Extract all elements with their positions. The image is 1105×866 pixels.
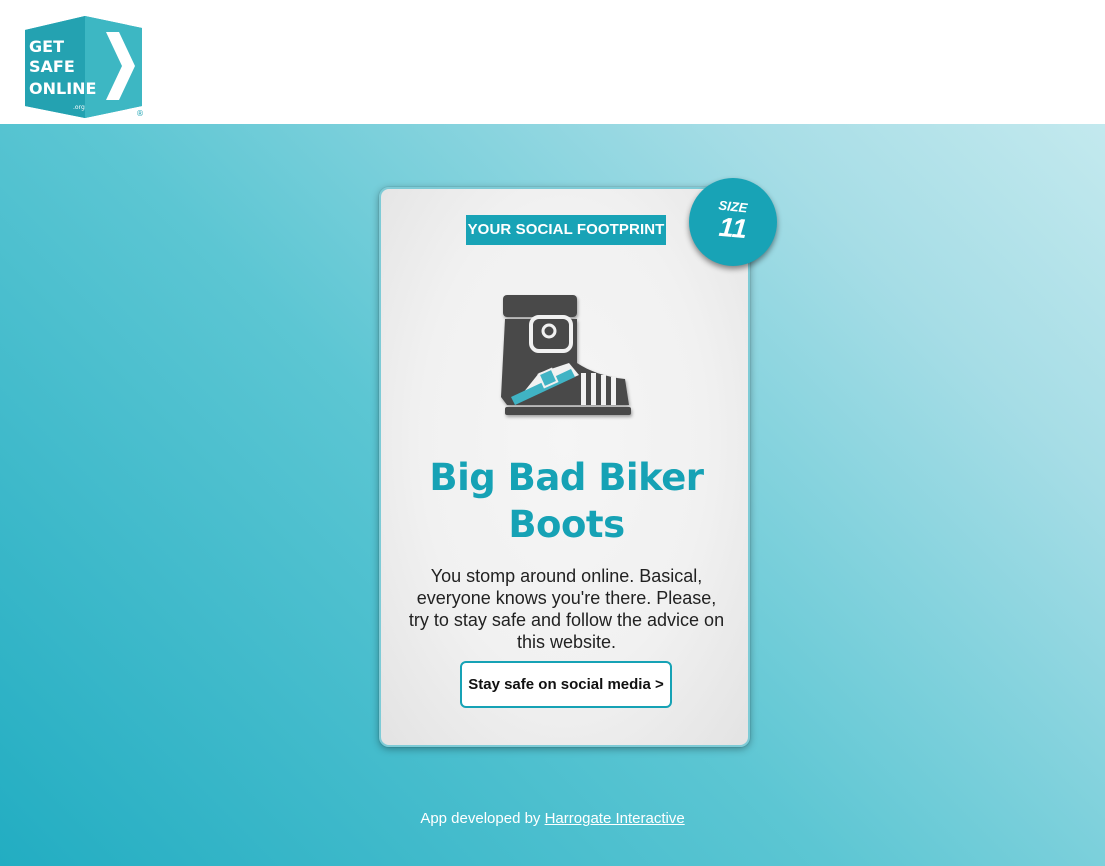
stay-safe-social-media-button[interactable]: Stay safe on social media > bbox=[460, 661, 672, 708]
svg-text:®: ® bbox=[136, 109, 144, 118]
result-stage: YOUR SOCIAL FOOTPRINT SIZE 11 Big Bad Bi… bbox=[0, 124, 1105, 866]
site-header: GET SAFE ONLINE .org ® bbox=[0, 0, 1105, 124]
result-description: You stomp around online. Basical, everyo… bbox=[408, 566, 725, 652]
harrogate-interactive-link[interactable]: Harrogate Interactive bbox=[545, 810, 685, 827]
biker-boot-icon bbox=[501, 295, 631, 415]
social-footprint-tag: YOUR SOCIAL FOOTPRINT bbox=[466, 215, 666, 245]
result-card: YOUR SOCIAL FOOTPRINT SIZE 11 Big Bad Bi… bbox=[379, 178, 777, 747]
svg-text:GET: GET bbox=[29, 37, 64, 56]
svg-text:ONLINE: ONLINE bbox=[29, 79, 96, 98]
footer-prefix: App developed by bbox=[420, 810, 545, 827]
svg-text:.org: .org bbox=[73, 104, 85, 111]
footer-credit: App developed by Harrogate Interactive bbox=[0, 810, 1105, 827]
size-badge-value: 11 bbox=[717, 211, 749, 245]
get-safe-online-logo[interactable]: GET SAFE ONLINE .org ® bbox=[22, 14, 146, 120]
result-title: Big Bad Biker Boots bbox=[429, 456, 704, 546]
svg-text:SAFE: SAFE bbox=[29, 57, 75, 76]
size-badge: SIZE 11 bbox=[689, 178, 777, 266]
